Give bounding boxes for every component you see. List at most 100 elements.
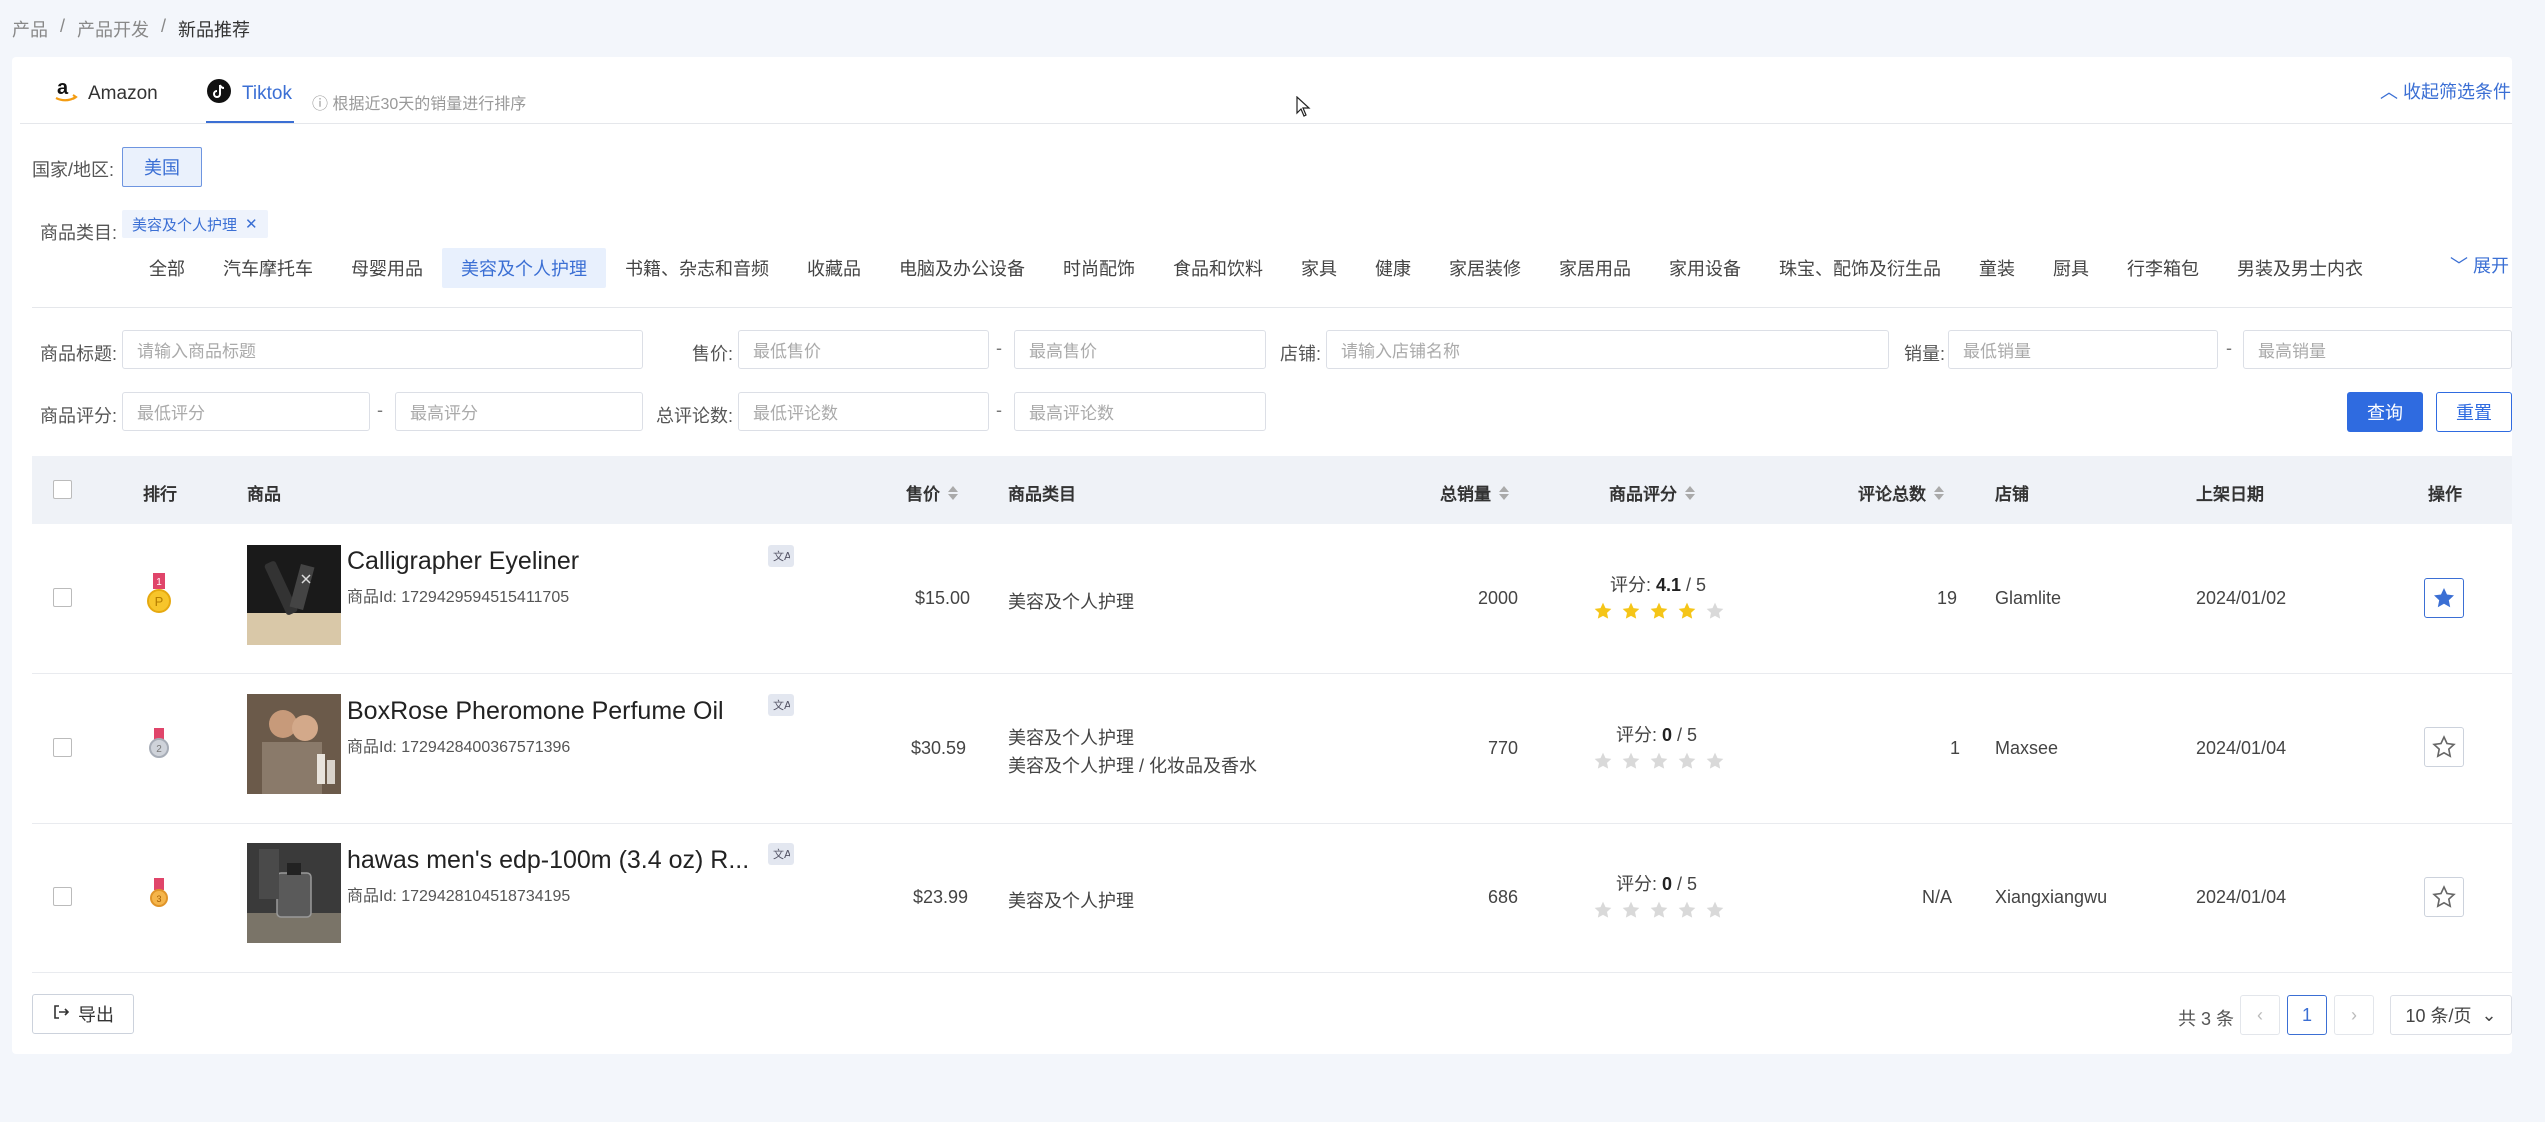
page-size-select[interactable]: 10 条/页 ⌄ [2390,995,2512,1035]
favorite-button[interactable] [2424,578,2464,618]
col-rank: 排行 [143,485,177,504]
row-divider [32,972,2512,973]
reviews-max-input[interactable]: 最高评论数 [1014,392,1266,431]
star-empty-icon [1650,901,1668,918]
star-empty-icon [1678,901,1696,918]
category-option[interactable]: 收藏品 [788,248,880,288]
svg-text:文A: 文A [773,847,790,861]
shop-input[interactable]: 请输入店铺名称 [1326,330,1889,369]
prev-page-button[interactable]: ‹ [2240,995,2280,1035]
sort-hint: ⓘ 根据近30天的销量进行排序 [312,90,526,114]
category-option[interactable]: 电脑及办公设备 [880,248,1044,288]
favorite-button[interactable] [2424,727,2464,767]
product-name[interactable]: BoxRose Pheromone Perfume Oil [347,697,724,726]
breadcrumb-item-dev[interactable]: 产品开发 [77,16,149,42]
category-option[interactable]: 全部 [130,248,204,288]
range-separator: - [377,400,383,420]
category-option[interactable]: 童装 [1960,248,2034,288]
product-sales: 770 [1488,738,1519,758]
category-option[interactable]: 家具 [1282,248,1356,288]
category-option[interactable]: 食品和饮料 [1154,248,1282,288]
col-price[interactable]: 售价 [906,480,958,505]
rating-prefix: 评分: [1610,575,1657,595]
query-button[interactable]: 查询 [2347,392,2423,432]
breadcrumb-separator: / [161,16,167,36]
product-category: 美容及个人护理 [1008,592,1134,612]
close-icon[interactable]: ✕ [245,215,258,233]
category-option[interactable]: 珠宝、配饰及衍生品 [1760,248,1960,288]
star-empty-icon [1594,752,1612,769]
product-id: 商品Id: 1729428400367571396 [347,739,571,756]
price-max-input[interactable]: 最高售价 [1014,330,1266,369]
export-button[interactable]: 导出 [32,994,134,1034]
reset-button[interactable]: 重置 [2436,392,2512,432]
collapse-filters-button[interactable]: ︿ 收起筛选条件 [2380,78,2511,104]
category-option[interactable]: 行李箱包 [2108,248,2218,288]
category-option[interactable]: 家居用品 [1540,248,1650,288]
product-thumbnail[interactable] [247,545,341,650]
rating-prefix: 评分: [1616,874,1663,894]
country-option-us[interactable]: 美国 [122,147,202,187]
category-option[interactable]: 厨具 [2034,248,2108,288]
chevron-right-icon: › [2351,1004,2357,1025]
category-option[interactable]: 家用设备 [1650,248,1760,288]
category-option[interactable]: 汽车摩托车 [204,248,332,288]
price-min-input[interactable]: 最低售价 [738,330,989,369]
breadcrumb-item-product[interactable]: 产品 [12,16,48,42]
select-all-checkbox[interactable] [53,480,72,499]
category-option[interactable]: 健康 [1356,248,1430,288]
product-name[interactable]: hawas men's edp-100m (3.4 oz) R... [347,846,749,875]
category-option[interactable]: 家居装修 [1430,248,1540,288]
col-category: 商品类目 [1008,485,1076,504]
col-reviews[interactable]: 评论总数 [1858,480,1944,505]
category-option[interactable]: 时尚配饰 [1044,248,1154,288]
price-label: 售价: [692,344,734,364]
reviews-min-input[interactable]: 最低评论数 [738,392,989,431]
next-page-button[interactable]: › [2334,995,2374,1035]
sales-max-input[interactable]: 最高销量 [2243,330,2512,369]
col-rating[interactable]: 商品评分 [1609,480,1695,505]
row-checkbox[interactable] [53,738,72,757]
svg-text:文A: 文A [773,698,790,712]
translate-icon[interactable]: 文A [768,545,794,567]
product-thumbnail[interactable] [247,694,341,799]
row-checkbox[interactable] [53,887,72,906]
title-input[interactable]: 请输入商品标题 [122,330,643,369]
listing-date: 2024/01/04 [2196,887,2287,907]
category-option[interactable]: 书籍、杂志和音频 [606,248,788,288]
row-checkbox[interactable] [53,588,72,607]
range-separator: - [996,400,1002,420]
sort-icon [1934,485,1944,500]
star-filled-icon [1650,602,1668,619]
rating-score: 0 [1662,874,1673,894]
review-count: 19 [1937,588,1958,608]
tab-amazon[interactable]: a Amazon [54,77,158,110]
expand-categories-button[interactable]: ﹀ 展开 [2450,252,2509,278]
rating-max: / 5 [1681,575,1707,595]
review-count: N/A [1922,887,1953,907]
gold-medal-icon: 1P [146,573,172,620]
category-option-active[interactable]: 美容及个人护理 [442,248,606,288]
sales-min-input[interactable]: 最低销量 [1948,330,2218,369]
col-sales[interactable]: 总销量 [1440,480,1509,505]
category-option[interactable]: 母婴用品 [332,248,442,288]
page-number[interactable]: 1 [2287,995,2327,1035]
breadcrumb-separator: / [60,16,66,36]
shop-name: Glamlite [1995,588,2062,608]
translate-icon[interactable]: 文A [768,694,794,716]
rating-stars [1593,601,1725,621]
range-separator: - [996,338,1002,358]
favorite-button[interactable] [2424,877,2464,917]
category-option[interactable]: 男装及男士内衣 [2218,248,2382,288]
range-separator: - [2226,338,2232,358]
rating-min-input[interactable]: 最低评分 [122,392,370,431]
rating-max-input[interactable]: 最高评分 [395,392,643,431]
product-sales: 686 [1488,887,1519,907]
tab-tiktok[interactable]: Tiktok [206,78,292,110]
shop-name: Xiangxiangwu [1995,887,2108,907]
star-empty-icon [1678,752,1696,769]
product-name[interactable]: Calligrapher Eyeliner [347,547,579,576]
translate-icon[interactable]: 文A [768,843,794,865]
product-thumbnail[interactable] [247,843,341,948]
star-empty-icon [1622,752,1640,769]
